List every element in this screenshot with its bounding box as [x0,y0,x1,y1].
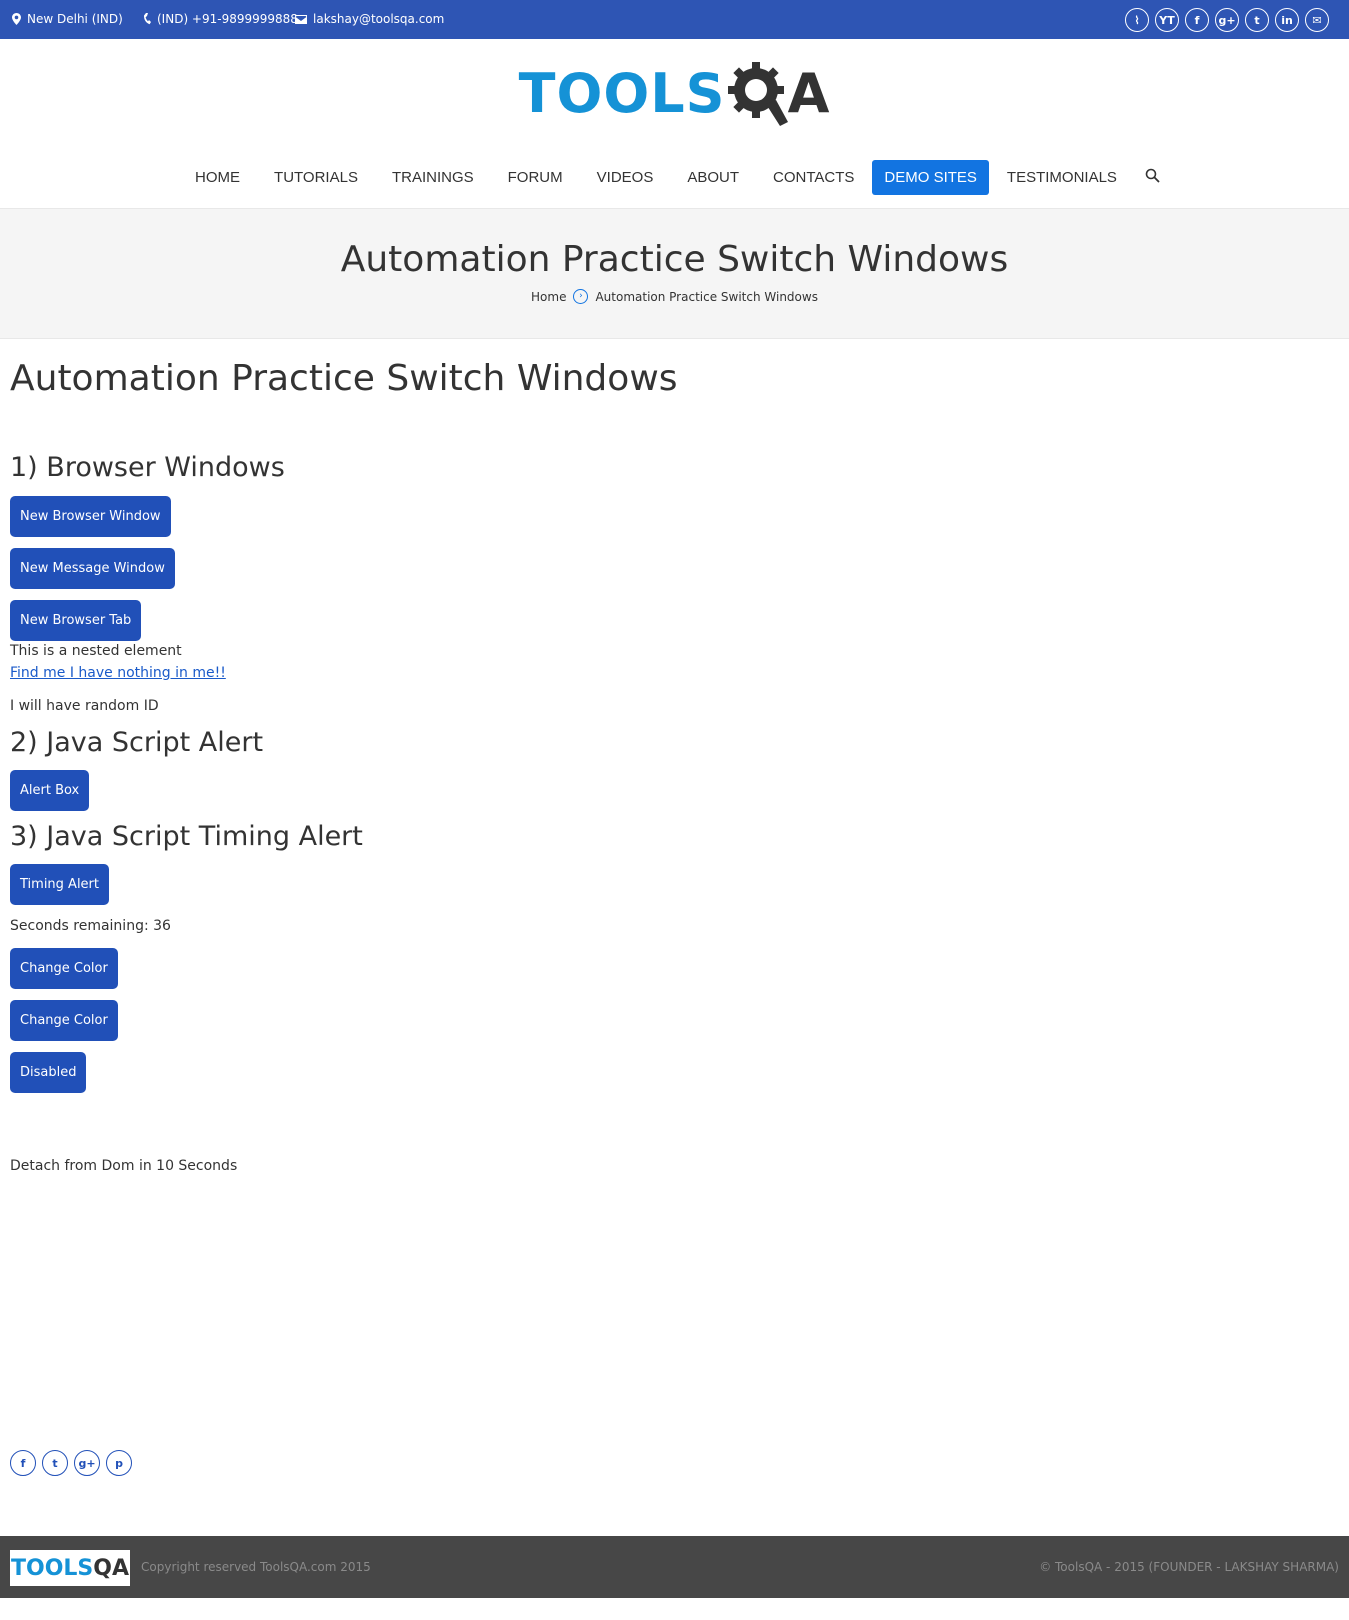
phone-info: (IND) +91-9899999888 [143,12,298,26]
youtube-icon[interactable]: YT [1155,8,1179,32]
nested-element-text: This is a nested element [10,643,182,659]
nav-item-videos[interactable]: VIDEOS [581,160,670,195]
change-color-button-2[interactable]: Change Color [10,1000,118,1041]
search-button[interactable] [1135,168,1170,187]
nav-item-trainings[interactable]: TRAININGS [376,160,490,195]
email-info[interactable]: lakshay@toolsqa.com [295,12,444,26]
google-plus-icon[interactable]: g+ [1215,8,1239,32]
nav-item-testimonials[interactable]: TESTIMONIALS [991,160,1133,195]
phone-icon [143,13,151,25]
location-info: New Delhi (IND) [12,12,123,26]
alert-box-button[interactable]: Alert Box [10,770,90,811]
breadcrumb-current: Automation Practice Switch Windows [595,289,818,304]
top-bar: New Delhi (IND) (IND) +91-9899999888 lak… [0,0,1349,39]
footer-logo-qa: QA [93,1555,129,1581]
section-timing-alert-heading: 3) Java Script Timing Alert [10,821,363,852]
search-icon [1145,168,1160,183]
new-browser-window-button[interactable]: New Browser Window [10,496,171,537]
footer-logo-tools: TOOLS [10,1555,94,1581]
timing-alert-button[interactable]: Timing Alert [10,864,109,905]
nav-item-forum[interactable]: FORUM [492,160,579,195]
site-logo[interactable]: TOOLS A [0,60,1349,126]
facebook-icon[interactable]: f [1185,8,1209,32]
page-title: Automation Practice Switch Windows [340,239,1009,280]
pinterest-icon[interactable]: p [106,1450,132,1476]
nav-item-about[interactable]: ABOUT [671,160,755,195]
content-title: Automation Practice Switch Windows [10,358,678,399]
rss-icon[interactable]: ⌇ [1125,8,1149,32]
section-browser-windows-heading: 1) Browser Windows [10,452,285,483]
main-nav: HOME TUTORIALS TRAININGS FORUM VIDEOS ABOUT CO… [0,160,1349,195]
footer-logo[interactable]: TOOLS QA [10,1550,130,1586]
new-browser-tab-button[interactable]: New Browser Tab [10,600,142,641]
nav-item-tutorials[interactable]: TUTORIALS [258,160,374,195]
envelope-icon [295,14,307,24]
section-js-alert-heading: 2) Java Script Alert [10,727,264,758]
twitter-icon[interactable]: t [42,1450,68,1476]
phone-text: (IND) +91-9899999888 [157,12,298,26]
chevron-right-icon: › [573,289,589,304]
mail-icon[interactable]: ✉ [1305,8,1329,32]
twitter-icon[interactable]: t [1245,8,1269,32]
google-plus-icon[interactable]: g+ [74,1450,100,1476]
linkedin-icon[interactable]: in [1275,8,1299,32]
footer-copyright-left: Copyright reserved ToolsQA.com 2015 [141,1560,371,1574]
gear-magnifier-icon [727,62,788,126]
logo-text-tools: TOOLS [518,61,726,125]
change-color-button-1[interactable]: Change Color [10,948,118,989]
footer-copyright-right: © ToolsQA - 2015 (FOUNDER - LAKSHAY SHAR… [1039,1560,1339,1574]
facebook-icon[interactable]: f [10,1450,36,1476]
disabled-button[interactable]: Disabled [10,1052,87,1093]
detach-text: Detach from Dom in 10 Seconds [10,1158,238,1174]
seconds-remaining-text: Seconds remaining: 36 [10,918,171,934]
page-title-band: Automation Practice Switch Windows Home … [0,208,1349,339]
new-message-window-button[interactable]: New Message Window [10,548,175,589]
social-links: ⌇ YT f g+ t in ✉ [1125,8,1329,32]
nav-item-home[interactable]: HOME [179,160,256,195]
breadcrumb-home[interactable]: Home [531,290,566,304]
random-id-text: I will have random ID [10,698,159,714]
map-pin-icon [12,13,21,25]
share-buttons: f t g+ p [10,1450,132,1476]
footer: TOOLS QA Copyright reserved ToolsQA.com … [0,1536,1349,1598]
email-text[interactable]: lakshay@toolsqa.com [313,12,444,26]
breadcrumb: Home › Automation Practice Switch Window… [0,289,1349,304]
logo-text-a: A [787,61,831,125]
find-me-link[interactable]: Find me I have nothing in me!! [10,665,226,681]
nav-item-contacts[interactable]: CONTACTS [757,160,870,195]
nav-item-demo-sites[interactable]: DEMO SITES [872,160,989,195]
location-text: New Delhi (IND) [27,12,123,26]
